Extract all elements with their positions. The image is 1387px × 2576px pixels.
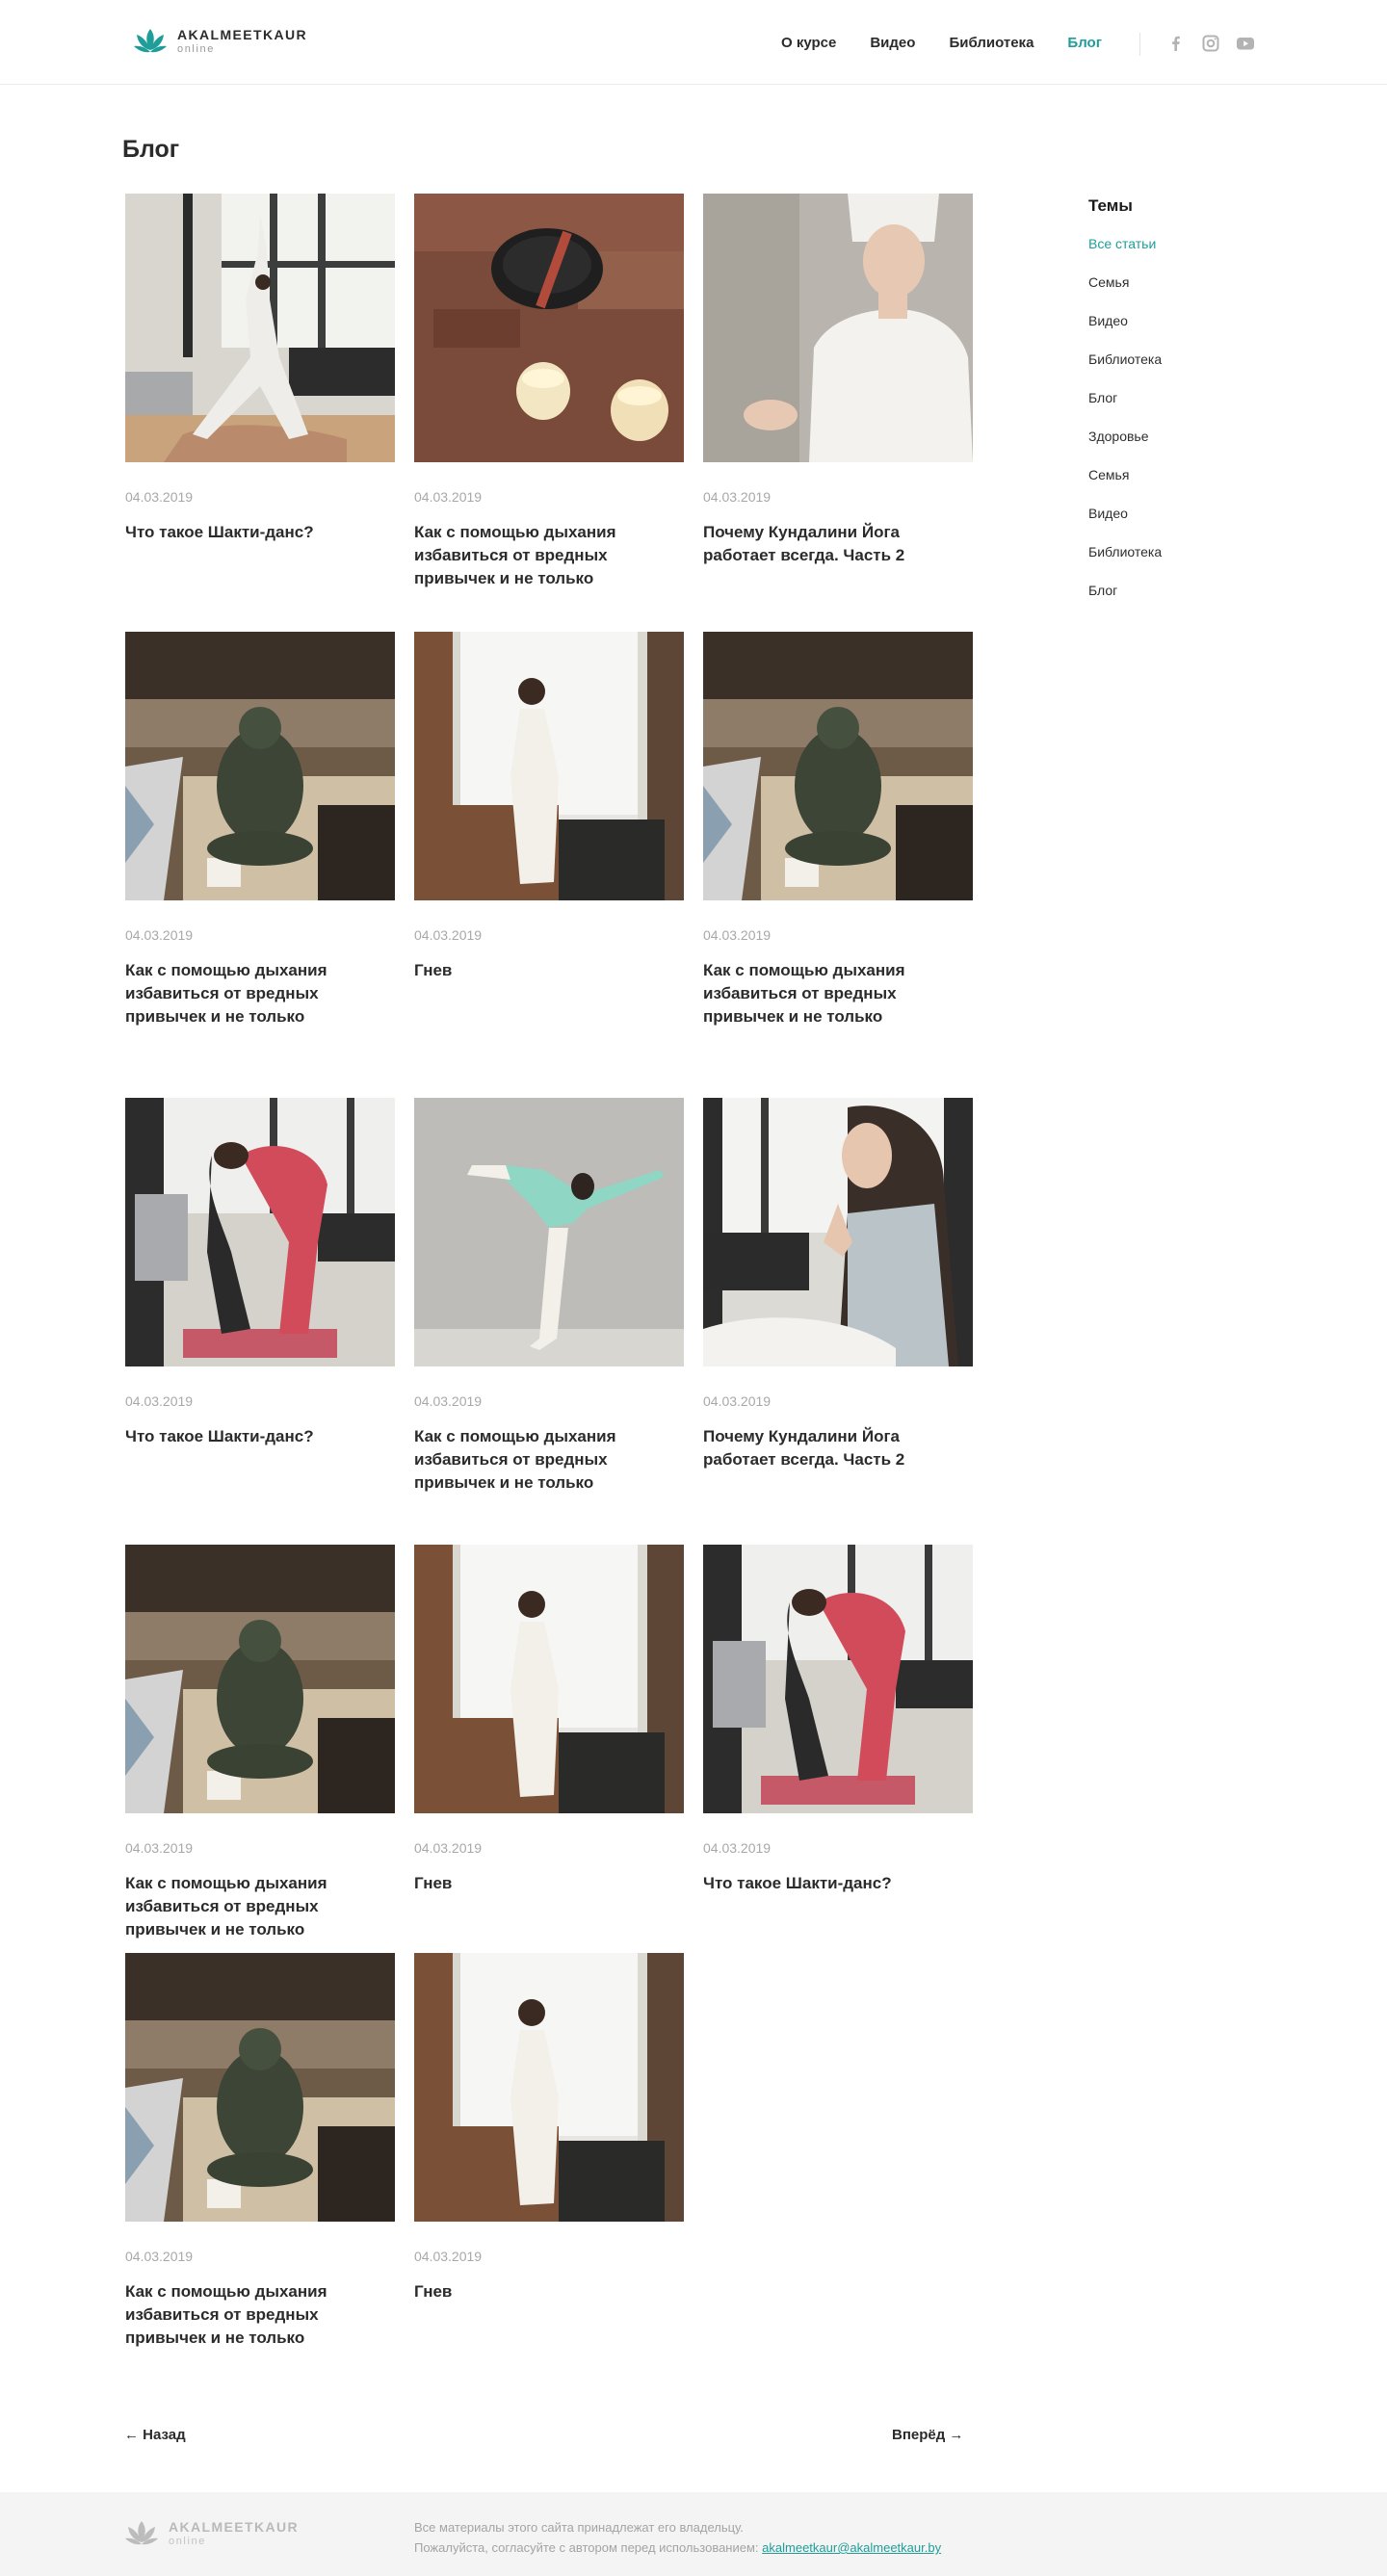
- topic-item-video[interactable]: Видео: [1088, 506, 1162, 544]
- footer-email-link[interactable]: akalmeetkaur@akalmeetkaur.by: [762, 2540, 941, 2555]
- post-title[interactable]: Как с помощью дыхания избавиться от вред…: [703, 959, 963, 1028]
- post-title[interactable]: Почему Кундалини Йога работает всегда. Ч…: [703, 1425, 963, 1471]
- post-date: 04.03.2019: [703, 927, 772, 943]
- post-title[interactable]: Почему Кундалини Йога работает всегда. Ч…: [703, 521, 963, 567]
- post-card[interactable]: 04.03.2019 Что такое Шакти-данс?: [125, 194, 395, 544]
- post-title[interactable]: Как с помощью дыхания избавиться от вред…: [414, 1425, 674, 1495]
- post-date: 04.03.2019: [125, 1840, 194, 1856]
- footer-line-2: Пожалуйста, согласуйте с автором перед и…: [414, 2537, 941, 2558]
- post-date: 04.03.2019: [414, 1393, 483, 1409]
- pager-next-button[interactable]: Вперёд →: [892, 2427, 963, 2443]
- post-image-ganesha[interactable]: [125, 632, 395, 900]
- site-footer: AKALMEETKAUR online Все материалы этого …: [0, 2492, 1387, 2576]
- post-image-woman-window[interactable]: [414, 1953, 684, 2222]
- post-date: 04.03.2019: [703, 1840, 772, 1856]
- logo-name: AKALMEETKAUR: [177, 27, 308, 42]
- post-card[interactable]: 04.03.2019 Почему Кундалини Йога работае…: [703, 1098, 973, 1471]
- post-title[interactable]: Как с помощью дыхания избавиться от вред…: [125, 959, 385, 1028]
- post-image-ganesha[interactable]: [125, 1953, 395, 2222]
- post-title[interactable]: Что такое Шакти-данс?: [125, 521, 385, 544]
- post-date: 04.03.2019: [125, 2249, 194, 2264]
- lotus-icon: [125, 2521, 158, 2545]
- post-image-singing-bowl[interactable]: [414, 194, 684, 462]
- post-date: 04.03.2019: [414, 489, 483, 505]
- nav-item-library[interactable]: Библиотека: [949, 35, 1034, 51]
- footer-line-1: Все материалы этого сайта принадлежат ег…: [414, 2520, 744, 2535]
- post-card[interactable]: 04.03.2019 Гнев: [414, 1953, 684, 2303]
- post-image-yoga-warrior[interactable]: [125, 194, 395, 462]
- post-image-dancer-pose[interactable]: [414, 1098, 684, 1366]
- site-header: AKALMEETKAUR online О курсе Видео Библио…: [0, 0, 1387, 85]
- post-card[interactable]: 04.03.2019 Как с помощью дыхания избавит…: [703, 632, 973, 1028]
- site-logo[interactable]: AKALMEETKAUR online: [133, 25, 307, 58]
- social-links: [1166, 34, 1270, 53]
- topic-item-family[interactable]: Семья: [1088, 274, 1162, 313]
- nav-item-about[interactable]: О курсе: [781, 35, 836, 51]
- post-title[interactable]: Как с помощью дыхания избавиться от вред…: [414, 521, 674, 590]
- post-date: 04.03.2019: [414, 2249, 483, 2264]
- nav-divider: [1139, 33, 1140, 56]
- topics-sidebar: Темы Все статьи Семья Видео Библиотека Б…: [1088, 196, 1162, 621]
- topics-title: Темы: [1088, 196, 1133, 215]
- post-title[interactable]: Что такое Шакти-данс?: [125, 1425, 385, 1448]
- topic-item-all[interactable]: Все статьи: [1088, 236, 1162, 274]
- post-title[interactable]: Гнев: [414, 1872, 674, 1895]
- post-date: 04.03.2019: [125, 927, 194, 943]
- footer-line-2-text: Пожалуйста, согласуйте с автором перед и…: [414, 2540, 759, 2555]
- instagram-icon[interactable]: [1201, 34, 1220, 53]
- topic-item-video[interactable]: Видео: [1088, 313, 1162, 351]
- pager-prev-button[interactable]: ← Назад: [124, 2427, 186, 2443]
- main-nav: О курсе Видео Библиотека Блог: [781, 35, 1136, 51]
- logo-subtitle: online: [177, 43, 215, 55]
- topic-item-library[interactable]: Библиотека: [1088, 544, 1162, 583]
- footer-logo[interactable]: AKALMEETKAUR online: [124, 2517, 299, 2550]
- post-title[interactable]: Гнев: [414, 959, 674, 982]
- nav-item-video[interactable]: Видео: [870, 35, 915, 51]
- footer-logo-subtitle: online: [169, 2536, 206, 2547]
- post-date: 04.03.2019: [414, 927, 483, 943]
- post-image-woman-turban[interactable]: [703, 194, 973, 462]
- post-card[interactable]: 04.03.2019 Гнев: [414, 632, 684, 982]
- topic-item-blog[interactable]: Блог: [1088, 390, 1162, 429]
- post-image-ganesha[interactable]: [703, 632, 973, 900]
- post-date: 04.03.2019: [414, 1840, 483, 1856]
- post-card[interactable]: 04.03.2019 Как с помощью дыхания избавит…: [125, 1953, 395, 2350]
- post-title[interactable]: Что такое Шакти-данс?: [703, 1872, 963, 1895]
- post-date: 04.03.2019: [703, 1393, 772, 1409]
- nav-item-blog[interactable]: Блог: [1067, 35, 1102, 51]
- post-card[interactable]: 04.03.2019 Как с помощью дыхания избавит…: [414, 194, 684, 590]
- post-image-camel-pose[interactable]: [703, 1545, 973, 1813]
- post-card[interactable]: 04.03.2019 Почему Кундалини Йога работае…: [703, 194, 973, 567]
- footer-logo-name: AKALMEETKAUR: [169, 2519, 300, 2535]
- post-title[interactable]: Как с помощью дыхания избавиться от вред…: [125, 1872, 385, 1941]
- page-title: Блог: [122, 136, 180, 163]
- post-card[interactable]: 04.03.2019 Что такое Шакти-данс?: [703, 1545, 973, 1895]
- post-image-ganesha[interactable]: [125, 1545, 395, 1813]
- post-image-woman-window[interactable]: [414, 1545, 684, 1813]
- topic-item-blog[interactable]: Блог: [1088, 583, 1162, 621]
- post-card[interactable]: 04.03.2019 Что такое Шакти-данс?: [125, 1098, 395, 1448]
- post-card[interactable]: 04.03.2019 Как с помощью дыхания избавит…: [414, 1098, 684, 1495]
- post-card[interactable]: 04.03.2019 Гнев: [414, 1545, 684, 1895]
- post-title[interactable]: Гнев: [414, 2280, 674, 2303]
- post-title[interactable]: Как с помощью дыхания избавиться от вред…: [125, 2280, 385, 2350]
- post-card[interactable]: 04.03.2019 Как с помощью дыхания избавит…: [125, 632, 395, 1028]
- post-image-prayer-hands[interactable]: [703, 1098, 973, 1366]
- facebook-icon[interactable]: [1166, 34, 1186, 53]
- footer-copyright: Все материалы этого сайта принадлежат ег…: [414, 2517, 941, 2558]
- topic-item-health[interactable]: Здоровье: [1088, 429, 1162, 467]
- post-date: 04.03.2019: [125, 489, 194, 505]
- youtube-icon[interactable]: [1236, 34, 1255, 53]
- post-date: 04.03.2019: [703, 489, 772, 505]
- post-card[interactable]: 04.03.2019 Как с помощью дыхания избавит…: [125, 1545, 395, 1941]
- post-image-woman-window[interactable]: [414, 632, 684, 900]
- post-image-camel-pose[interactable]: [125, 1098, 395, 1366]
- topic-item-family[interactable]: Семья: [1088, 467, 1162, 506]
- topic-item-library[interactable]: Библиотека: [1088, 351, 1162, 390]
- post-date: 04.03.2019: [125, 1393, 194, 1409]
- lotus-icon: [134, 29, 167, 53]
